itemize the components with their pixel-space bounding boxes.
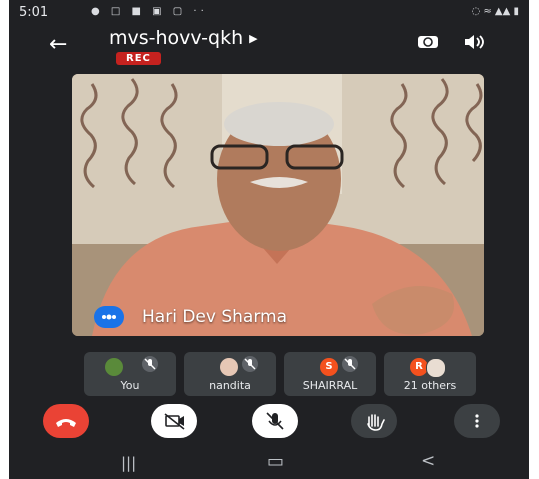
chevron-right-icon: ▶ xyxy=(249,32,258,45)
recording-badge: REC xyxy=(116,52,161,65)
speaker-video xyxy=(72,74,484,336)
more-options-button[interactable] xyxy=(454,404,500,438)
switch-camera-icon[interactable] xyxy=(417,34,439,50)
mic-toggle-button[interactable] xyxy=(252,404,298,438)
mic-muted-icon xyxy=(242,356,258,372)
raise-hand-button[interactable] xyxy=(351,404,397,438)
meeting-code: mvs-hovv-qkh xyxy=(109,27,244,49)
meet-screen: 5:01 ● □ ■ ▣ ▢ ·· ◌ ≈ ▲▲ ▮ ← mvs-hovv-qk… xyxy=(9,0,529,479)
signal-battery-icons: ◌ ≈ ▲▲ ▮ xyxy=(471,6,519,17)
mic-off-icon xyxy=(266,412,284,430)
participant-label: You xyxy=(120,379,140,392)
status-time: 5:01 xyxy=(19,5,49,20)
main-video-tile[interactable]: Hari Dev Sharma xyxy=(72,74,484,336)
participant-strip: You nandita S SHAIRRAL R 21 others xyxy=(84,352,476,396)
system-nav-bar: ||| ▭ < xyxy=(9,446,529,479)
participant-tile-you[interactable]: You xyxy=(84,352,176,396)
speaker-label: Hari Dev Sharma xyxy=(94,306,287,328)
mic-muted-icon xyxy=(142,356,158,372)
speaker-icon[interactable] xyxy=(463,34,485,50)
participant-tile-shairral[interactable]: S SHAIRRAL xyxy=(284,352,376,396)
more-options-icon xyxy=(475,414,479,428)
raise-hand-icon xyxy=(367,414,385,431)
camera-off-icon xyxy=(164,413,185,430)
participant-label: SHAIRRAL xyxy=(302,379,358,392)
end-call-button[interactable] xyxy=(43,404,89,438)
back-arrow-icon[interactable]: ← xyxy=(49,32,67,57)
mic-muted-icon xyxy=(342,356,358,372)
camera-toggle-button[interactable] xyxy=(151,404,197,438)
meeting-title[interactable]: mvs-hovv-qkh ▶ xyxy=(109,27,258,49)
avatar: S xyxy=(320,358,338,376)
participant-label: nandita xyxy=(209,379,251,392)
back-nav-icon[interactable]: < xyxy=(421,451,435,471)
avatar xyxy=(105,358,123,376)
speaker-name: Hari Dev Sharma xyxy=(142,307,287,327)
status-bar: 5:01 ● □ ■ ▣ ▢ ·· ◌ ≈ ▲▲ ▮ xyxy=(9,0,529,26)
call-controls xyxy=(9,404,529,440)
home-icon[interactable]: ▭ xyxy=(267,451,284,472)
avatar xyxy=(220,358,238,376)
recent-apps-icon[interactable]: ||| xyxy=(121,454,136,472)
notification-icons: ● □ ■ ▣ ▢ ·· xyxy=(91,6,208,17)
avatar xyxy=(426,358,446,378)
participant-tile-nandita[interactable]: nandita xyxy=(184,352,276,396)
participant-tile-others[interactable]: R 21 others xyxy=(384,352,476,396)
speaking-indicator-icon xyxy=(94,306,124,328)
participant-label: 21 others xyxy=(403,379,457,392)
end-call-icon xyxy=(56,419,76,427)
